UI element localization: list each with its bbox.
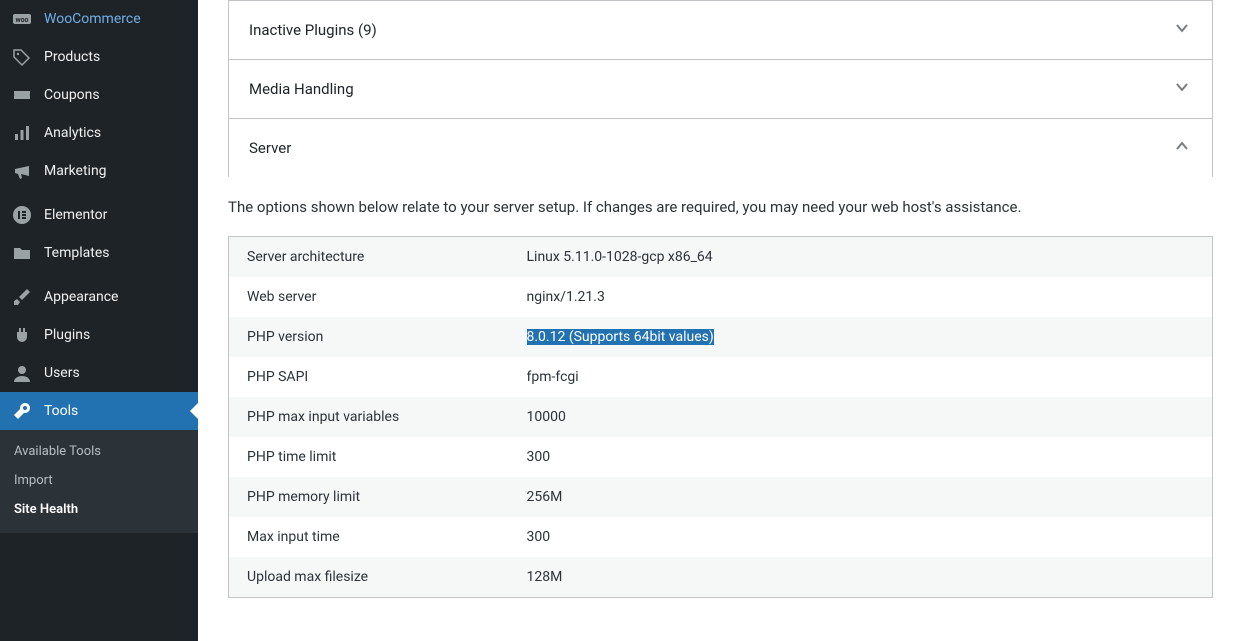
- sidebar-item-plugins[interactable]: Plugins: [0, 316, 198, 354]
- sidebar-item-label: Users: [44, 365, 80, 381]
- chevron-up-icon: [1172, 136, 1192, 160]
- main-content: Inactive Plugins (9) Media Handling Serv…: [198, 0, 1243, 641]
- table-row: PHP memory limit256M: [229, 477, 1213, 517]
- table-cell-label: PHP version: [229, 317, 509, 357]
- table-row: Web servernginx/1.21.3: [229, 277, 1213, 317]
- user-icon: [12, 363, 32, 383]
- table-cell-label: Web server: [229, 277, 509, 317]
- sidebar-item-templates[interactable]: Templates: [0, 234, 198, 272]
- table-cell-value: Linux 5.11.0-1028-gcp x86_64: [509, 237, 1213, 278]
- table-cell-label: Upload max filesize: [229, 557, 509, 598]
- sidebar-item-label: Templates: [44, 245, 110, 261]
- server-info-table: Server architectureLinux 5.11.0-1028-gcp…: [228, 236, 1213, 598]
- table-cell-value: nginx/1.21.3: [509, 277, 1213, 317]
- sidebar-item-tools[interactable]: Tools: [0, 392, 198, 430]
- table-cell-value: 300: [509, 517, 1213, 557]
- table-row: PHP time limit300: [229, 437, 1213, 477]
- table-cell-label: Max input time: [229, 517, 509, 557]
- sidebar-item-label: Analytics: [44, 125, 101, 141]
- chevron-down-icon: [1172, 77, 1192, 101]
- sidebar-item-coupons[interactable]: Coupons: [0, 76, 198, 114]
- tools-submenu: Available Tools Import Site Health: [0, 430, 198, 533]
- table-cell-label: PHP SAPI: [229, 357, 509, 397]
- table-cell-value: 128M: [509, 557, 1213, 598]
- wrench-icon: [12, 401, 32, 421]
- panel-server: Server: [228, 118, 1213, 177]
- sidebar-item-marketing[interactable]: Marketing: [0, 152, 198, 190]
- sidebar-item-products[interactable]: Products: [0, 38, 198, 76]
- admin-sidebar: woo WooCommerce Products Coupons Analyti…: [0, 0, 198, 641]
- chevron-down-icon: [1172, 18, 1192, 42]
- panel-title: Server: [249, 139, 291, 157]
- table-row: Upload max filesize128M: [229, 557, 1213, 598]
- plug-icon: [12, 325, 32, 345]
- table-cell-value: 10000: [509, 397, 1213, 437]
- tag-icon: [12, 47, 32, 67]
- sidebar-item-label: Tools: [44, 403, 78, 419]
- table-cell-label: PHP time limit: [229, 437, 509, 477]
- submenu-item-import[interactable]: Import: [0, 467, 198, 496]
- sidebar-item-appearance[interactable]: Appearance: [0, 278, 198, 316]
- table-cell-value: fpm-fcgi: [509, 357, 1213, 397]
- submenu-item-available-tools[interactable]: Available Tools: [0, 438, 198, 467]
- table-row: PHP max input variables10000: [229, 397, 1213, 437]
- panel-title: Media Handling: [249, 80, 354, 98]
- panel-header-media-handling[interactable]: Media Handling: [229, 60, 1212, 118]
- elementor-icon: [12, 205, 32, 225]
- sidebar-item-label: Appearance: [44, 289, 118, 305]
- table-row: Server architectureLinux 5.11.0-1028-gcp…: [229, 237, 1213, 278]
- panel-header-server[interactable]: Server: [229, 119, 1212, 177]
- sidebar-item-label: Coupons: [44, 87, 100, 103]
- sidebar-item-woocommerce[interactable]: woo WooCommerce: [0, 0, 198, 38]
- panel-header-inactive-plugins[interactable]: Inactive Plugins (9): [229, 1, 1212, 59]
- server-description: The options shown below relate to your s…: [228, 176, 1213, 236]
- folder-icon: [12, 243, 32, 263]
- table-row: PHP SAPIfpm-fcgi: [229, 357, 1213, 397]
- table-cell-value: 256M: [509, 477, 1213, 517]
- submenu-item-site-health[interactable]: Site Health: [0, 496, 198, 525]
- sidebar-item-users[interactable]: Users: [0, 354, 198, 392]
- svg-text:woo: woo: [15, 16, 28, 24]
- megaphone-icon: [12, 161, 32, 181]
- brush-icon: [12, 287, 32, 307]
- highlighted-value: 8.0.12 (Supports 64bit values): [527, 329, 714, 345]
- panel-title: Inactive Plugins (9): [249, 21, 377, 39]
- ticket-icon: [12, 85, 32, 105]
- sidebar-item-label: Products: [44, 49, 100, 65]
- sidebar-item-elementor[interactable]: Elementor: [0, 196, 198, 234]
- sidebar-item-label: WooCommerce: [44, 11, 141, 27]
- sidebar-item-label: Marketing: [44, 163, 107, 179]
- sidebar-item-analytics[interactable]: Analytics: [0, 114, 198, 152]
- woocommerce-icon: woo: [12, 9, 32, 29]
- panel-inactive-plugins: Inactive Plugins (9): [228, 0, 1213, 60]
- table-row: PHP version 8.0.12 (Supports 64bit values…: [229, 317, 1213, 357]
- sidebar-item-label: Elementor: [44, 207, 107, 223]
- table-cell-value: 8.0.12 (Supports 64bit values): [509, 317, 1213, 357]
- table-cell-value: 300: [509, 437, 1213, 477]
- panel-media-handling: Media Handling: [228, 59, 1213, 119]
- sidebar-item-label: Plugins: [44, 327, 90, 343]
- chart-bar-icon: [12, 123, 32, 143]
- table-row: Max input time300: [229, 517, 1213, 557]
- table-cell-label: PHP max input variables: [229, 397, 509, 437]
- table-cell-label: Server architecture: [229, 237, 509, 278]
- table-cell-label: PHP memory limit: [229, 477, 509, 517]
